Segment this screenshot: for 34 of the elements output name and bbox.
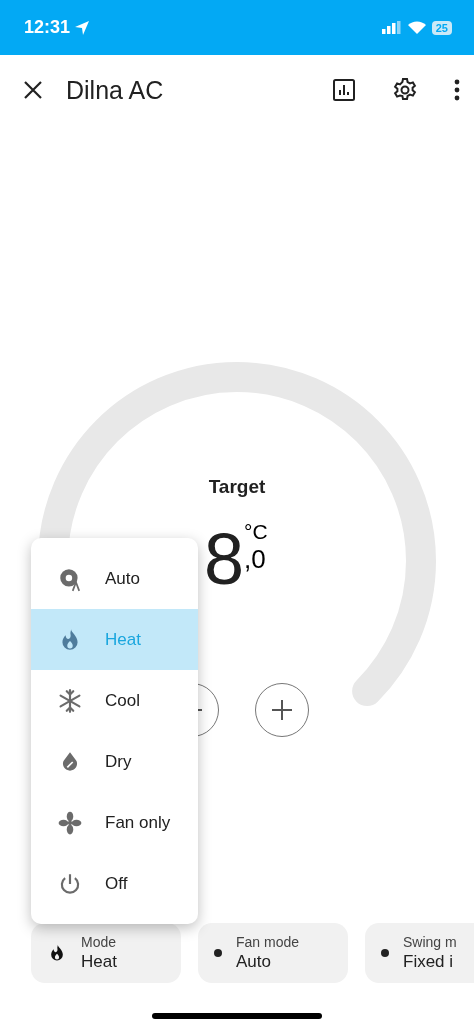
chip-label: Mode: [81, 934, 117, 950]
fan-mode-icon: [57, 809, 83, 836]
wifi-icon: [407, 21, 426, 34]
chart-icon[interactable]: [332, 78, 356, 102]
chip-label: Fan mode: [236, 934, 300, 950]
status-time: 12:31: [24, 17, 71, 38]
increase-button[interactable]: [255, 683, 309, 737]
settings-icon[interactable]: [392, 77, 418, 103]
battery-level: 25: [431, 20, 452, 35]
setting-chip[interactable]: Fan mode Auto: [198, 923, 348, 983]
mode-option[interactable]: Off: [31, 853, 198, 914]
more-icon[interactable]: [454, 79, 460, 101]
location-icon: [74, 19, 91, 36]
chip-value: Heat: [81, 952, 117, 972]
page-title: Dilna AC: [66, 75, 164, 105]
target-label: Target: [208, 476, 266, 497]
temperature-unit: °C: [244, 520, 268, 544]
signal-icon: [381, 21, 402, 34]
close-button[interactable]: [22, 79, 44, 101]
mode-option[interactable]: Dry: [31, 731, 198, 792]
mode-option[interactable]: Cool: [31, 670, 198, 731]
dot-icon: [381, 949, 389, 957]
cool-mode-icon: [57, 687, 83, 714]
chip-value: Auto: [236, 952, 272, 972]
setting-chip[interactable]: Mode Heat: [31, 923, 181, 983]
temperature-decimal: ,0: [244, 544, 267, 575]
plus-icon: [272, 700, 292, 720]
dot-icon: [214, 949, 222, 957]
target-temperature: 8: [204, 520, 245, 598]
mode-option[interactable]: Auto: [31, 548, 198, 609]
chip-value: Fixed i: [403, 952, 455, 972]
chip-label: Swing m: [403, 934, 457, 950]
mode-option[interactable]: Fan only: [31, 792, 198, 853]
setting-chip[interactable]: Swing m Fixed i: [365, 923, 474, 983]
